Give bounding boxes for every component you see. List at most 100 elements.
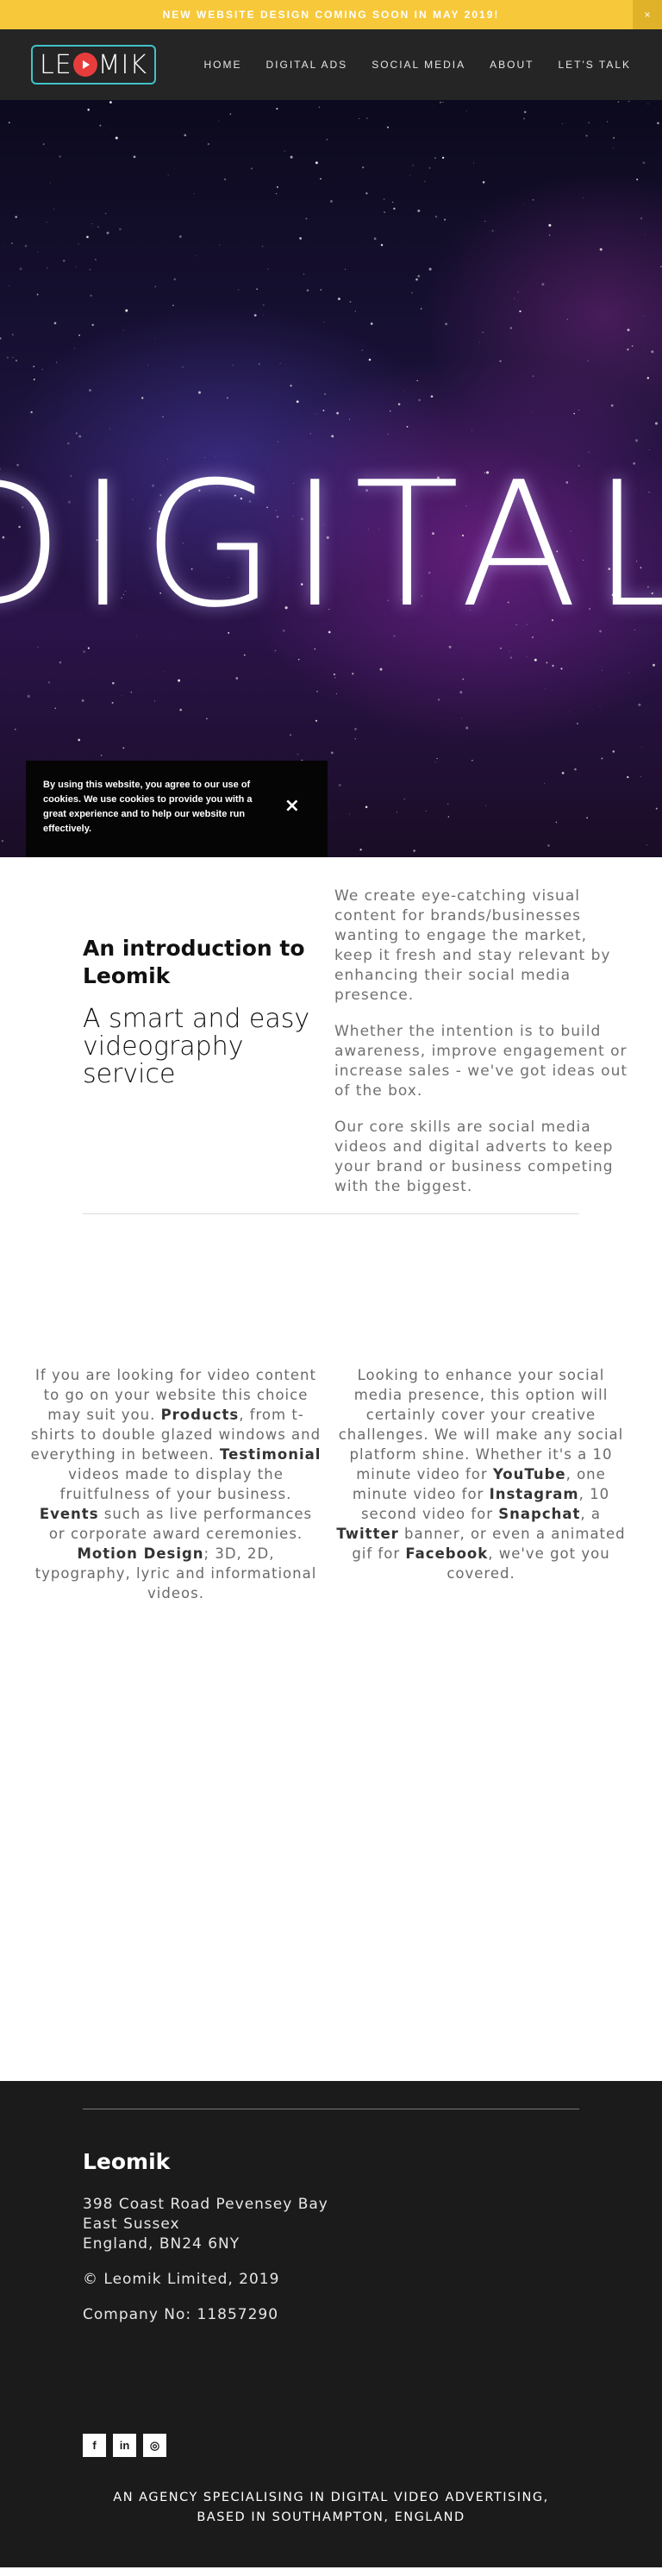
star <box>100 755 103 756</box>
star <box>62 260 66 262</box>
star <box>238 289 240 291</box>
star <box>59 155 61 158</box>
nav-lets-talk[interactable]: LET'S TALK <box>558 59 631 71</box>
star <box>87 647 90 649</box>
star <box>651 350 654 354</box>
star <box>243 654 246 656</box>
facebook-icon[interactable]: f <box>83 2434 106 2457</box>
star <box>99 124 102 127</box>
nav-about[interactable]: ABOUT <box>490 59 534 71</box>
star <box>141 397 144 399</box>
star <box>184 134 187 137</box>
star <box>275 192 278 195</box>
star <box>263 314 264 316</box>
star <box>19 267 22 271</box>
star <box>235 677 239 680</box>
star <box>473 162 474 164</box>
leomik-logo[interactable]: LE MIK <box>31 45 157 85</box>
star <box>533 375 534 377</box>
star <box>412 164 415 166</box>
star <box>631 345 634 348</box>
star <box>75 432 78 435</box>
star <box>33 366 34 367</box>
cookie-close-button[interactable]: × <box>284 795 300 817</box>
star <box>195 255 197 256</box>
nav-home[interactable]: HOME <box>204 59 242 71</box>
star <box>428 267 432 271</box>
star <box>640 775 642 778</box>
star <box>218 120 220 122</box>
star <box>59 661 62 664</box>
star <box>599 248 603 251</box>
star <box>586 817 588 819</box>
star <box>566 318 568 320</box>
star <box>406 425 409 428</box>
star <box>349 300 352 303</box>
star <box>303 273 305 275</box>
star <box>318 106 320 108</box>
star <box>393 207 396 210</box>
star <box>223 178 227 181</box>
star <box>641 747 642 748</box>
star <box>329 199 333 203</box>
star <box>627 329 630 332</box>
star <box>320 289 322 291</box>
star <box>543 783 545 785</box>
tagline-line: BASED IN SOUTHAMPTON, ENGLAND <box>197 2510 465 2524</box>
star <box>326 139 328 141</box>
star <box>517 291 519 292</box>
star <box>178 679 181 682</box>
star <box>636 179 639 181</box>
star <box>526 656 528 658</box>
star <box>1 839 4 843</box>
star <box>380 243 384 247</box>
nav-digital-ads[interactable]: DIGITAL ADS <box>266 59 348 71</box>
star <box>491 229 494 232</box>
intro-section: An introduction to Leomik A smart and ea… <box>0 857 662 1213</box>
logo-text-right: MIK <box>97 49 148 80</box>
star <box>442 101 444 103</box>
star <box>297 658 300 661</box>
star <box>322 410 325 411</box>
star <box>324 393 326 395</box>
star <box>345 268 346 270</box>
star <box>6 356 9 359</box>
play-icon <box>72 53 97 77</box>
star <box>83 650 86 654</box>
star <box>89 389 91 392</box>
star <box>601 757 603 760</box>
star <box>56 361 58 363</box>
star <box>646 377 650 379</box>
star <box>612 136 615 140</box>
star <box>509 656 513 659</box>
star <box>434 157 436 160</box>
star <box>642 161 646 165</box>
footer-company-name: Leomik <box>83 2149 171 2174</box>
star <box>147 364 148 367</box>
announcement-bar: NEW WEBSITE DESIGN COMING SOON IN MAY 20… <box>0 0 662 29</box>
star <box>133 155 136 159</box>
star <box>232 364 234 366</box>
star <box>424 180 426 182</box>
star <box>588 122 590 123</box>
star <box>403 390 405 392</box>
star <box>541 283 545 286</box>
announcement-close-button[interactable]: × <box>633 0 662 29</box>
star <box>33 379 35 380</box>
star <box>562 123 563 124</box>
star <box>284 150 285 152</box>
star <box>153 338 155 340</box>
star <box>67 442 70 445</box>
star <box>447 803 449 805</box>
star <box>472 759 473 762</box>
instagram-icon[interactable]: ◎ <box>143 2434 166 2457</box>
star <box>415 278 418 281</box>
star <box>612 750 615 753</box>
star <box>530 411 532 413</box>
linkedin-icon[interactable]: in <box>113 2434 136 2457</box>
star <box>320 178 322 180</box>
nav-social-media[interactable]: SOCIAL MEDIA <box>372 59 465 71</box>
star <box>479 342 481 343</box>
star <box>573 412 575 415</box>
star <box>509 327 512 329</box>
